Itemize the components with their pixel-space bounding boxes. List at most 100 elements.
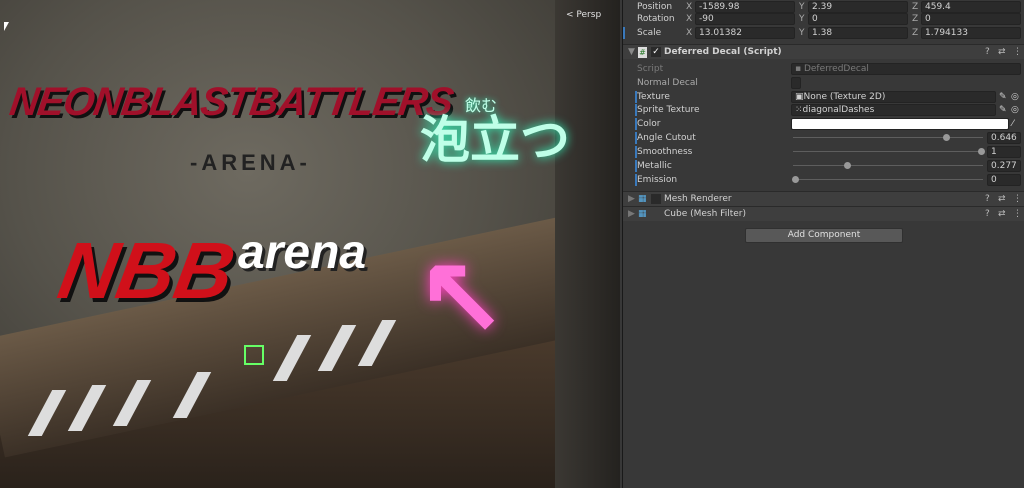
neon-arrow: ↖ bbox=[415, 235, 508, 363]
color-label: Color bbox=[637, 118, 661, 129]
mouse-cursor-icon bbox=[4, 22, 9, 31]
rotation-row: Rotation X -90 Y 0 Z 0 bbox=[623, 12, 1024, 25]
slider-track[interactable] bbox=[793, 134, 983, 141]
position-z[interactable]: 459.4 bbox=[921, 0, 1021, 13]
slider-label: Smoothness bbox=[637, 146, 693, 157]
texture-value: None (Texture 2D) bbox=[803, 91, 886, 102]
normal-decal-label: Normal Decal bbox=[637, 77, 698, 88]
decal-arena: arena bbox=[238, 226, 367, 279]
component-title: Mesh Renderer bbox=[664, 194, 732, 204]
slider-handle[interactable] bbox=[942, 134, 950, 141]
script-icon: # bbox=[638, 46, 647, 58]
slider-label: Angle Cutout bbox=[637, 132, 696, 143]
slider-label: Metallic bbox=[637, 160, 672, 171]
texture-field[interactable]: ▣None (Texture 2D) bbox=[791, 90, 996, 103]
help-icon[interactable]: ? bbox=[985, 209, 990, 219]
slider-row: Angle Cutout 0.646 bbox=[623, 131, 1024, 144]
inspector-panel: Position X -1589.98 Y 2.39 Z 459.4 Rotat… bbox=[622, 0, 1024, 488]
object-picker-icon[interactable]: ◎ bbox=[1011, 105, 1019, 115]
decal-logo-sub: -ARENA- bbox=[190, 150, 311, 175]
slider-row: Emission 0 bbox=[623, 173, 1024, 186]
color-row: Color ⁄ bbox=[623, 117, 1024, 130]
position-label: Position bbox=[637, 1, 673, 12]
presets-icon[interactable]: ⇄ bbox=[998, 209, 1006, 219]
pencil-icon[interactable]: ✎ bbox=[999, 105, 1007, 115]
rotation-x[interactable]: -90 bbox=[695, 12, 795, 25]
slider-value[interactable]: 0.646 bbox=[987, 131, 1021, 144]
scale-label: Scale bbox=[637, 27, 662, 38]
slider-track[interactable] bbox=[792, 176, 983, 183]
add-component-button[interactable]: Add Component bbox=[745, 228, 903, 243]
enabled-checkbox[interactable]: ✓ bbox=[651, 47, 661, 57]
mesh-renderer-header[interactable]: ▶ ▦ Mesh Renderer ? ⇄ ⋮ bbox=[623, 191, 1024, 206]
pencil-icon[interactable]: ✎ bbox=[999, 92, 1007, 102]
sprite-texture-label: Sprite Texture bbox=[637, 104, 700, 115]
axis-x: X bbox=[686, 27, 693, 38]
object-picker-icon[interactable]: ◎ bbox=[1011, 92, 1019, 102]
rotation-label: Rotation bbox=[637, 13, 675, 24]
more-icon[interactable]: ⋮ bbox=[1013, 194, 1022, 204]
override-bar bbox=[623, 26, 625, 39]
presets-icon[interactable]: ⇄ bbox=[998, 194, 1006, 204]
axis-y: Y bbox=[799, 27, 805, 38]
more-icon[interactable]: ⋮ bbox=[1013, 47, 1022, 57]
slider-value[interactable]: 0.277 bbox=[987, 159, 1021, 172]
component-title: Deferred Decal (Script) bbox=[664, 47, 782, 57]
deferred-decal-header[interactable]: ▼ # ✓ Deferred Decal (Script) ? ⇄ ⋮ bbox=[623, 44, 1024, 59]
normal-decal-checkbox[interactable] bbox=[791, 76, 801, 89]
component-title: Cube (Mesh Filter) bbox=[664, 209, 746, 219]
texture-label: Texture bbox=[637, 91, 670, 102]
scene-view[interactable]: NEONBLASTBATTLERS -ARENA- NBB arena 泡立つ … bbox=[0, 0, 620, 488]
mesh-renderer-icon: ▦ bbox=[638, 194, 647, 204]
foldout-arrow-icon[interactable]: ▶ bbox=[628, 194, 635, 204]
color-swatch[interactable] bbox=[791, 117, 1009, 130]
axis-z: Z bbox=[912, 13, 919, 24]
script-row: Script ▪ DeferredDecal bbox=[623, 62, 1024, 75]
scale-y[interactable]: 1.38 bbox=[808, 26, 908, 39]
neon-small: 飲む bbox=[465, 96, 498, 115]
slider-handle[interactable] bbox=[792, 176, 799, 183]
mesh-filter-icon: ▦ bbox=[638, 209, 647, 219]
presets-icon[interactable]: ⇄ bbox=[998, 47, 1006, 57]
slider-track[interactable] bbox=[793, 148, 985, 155]
slider-handle[interactable] bbox=[844, 162, 852, 169]
axis-y: Y bbox=[799, 1, 805, 12]
slider-row: Metallic 0.277 bbox=[623, 159, 1024, 172]
axis-x: X bbox=[686, 13, 693, 24]
rotation-z[interactable]: 0 bbox=[921, 12, 1021, 25]
script-field: ▪ DeferredDecal bbox=[791, 62, 1021, 75]
mesh-filter-header[interactable]: ▶ ▦ Cube (Mesh Filter) ? ⇄ ⋮ bbox=[623, 206, 1024, 221]
script-label: Script bbox=[637, 63, 664, 74]
decal-logo-title: NEONBLASTBATTLERS bbox=[6, 80, 456, 124]
scale-row: Scale X 13.01382 Y 1.38 Z 1.794133 bbox=[623, 26, 1024, 39]
more-icon[interactable]: ⋮ bbox=[1013, 209, 1022, 219]
scale-z[interactable]: 1.794133 bbox=[921, 26, 1021, 39]
sprite-texture-field[interactable]: ⁙diagonalDashes bbox=[791, 103, 996, 116]
sprite-texture-row: Sprite Texture ⁙diagonalDashes ✎ ◎ bbox=[623, 103, 1024, 116]
scale-x[interactable]: 13.01382 bbox=[695, 26, 795, 39]
position-y[interactable]: 2.39 bbox=[808, 0, 908, 13]
axis-y: Y bbox=[799, 13, 805, 24]
sprite-texture-value: diagonalDashes bbox=[802, 104, 875, 115]
transform-gizmo[interactable] bbox=[244, 345, 264, 365]
persp-label[interactable]: < Persp bbox=[566, 10, 601, 20]
axis-x: X bbox=[686, 1, 693, 12]
help-icon[interactable]: ? bbox=[985, 47, 990, 57]
slider-row: Smoothness 1 bbox=[623, 145, 1024, 158]
foldout-arrow-icon[interactable]: ▶ bbox=[628, 209, 635, 219]
slider-label: Emission bbox=[637, 174, 678, 185]
help-icon[interactable]: ? bbox=[985, 194, 990, 204]
slider-handle[interactable] bbox=[978, 148, 985, 155]
slider-value[interactable]: 0 bbox=[987, 173, 1021, 186]
slider-track[interactable] bbox=[793, 162, 983, 169]
decal-nbb: NBB bbox=[52, 226, 242, 315]
foldout-arrow-icon[interactable]: ▼ bbox=[628, 47, 635, 57]
position-x[interactable]: -1589.98 bbox=[695, 0, 795, 13]
view-mode: Persp bbox=[576, 10, 602, 20]
eyedropper-icon[interactable]: ⁄ bbox=[1012, 119, 1014, 129]
axis-z: Z bbox=[912, 1, 919, 12]
rotation-y[interactable]: 0 bbox=[808, 12, 908, 25]
wall-pillar bbox=[555, 0, 620, 488]
slider-value[interactable]: 1 bbox=[987, 145, 1021, 158]
enabled-checkbox[interactable] bbox=[651, 194, 661, 204]
